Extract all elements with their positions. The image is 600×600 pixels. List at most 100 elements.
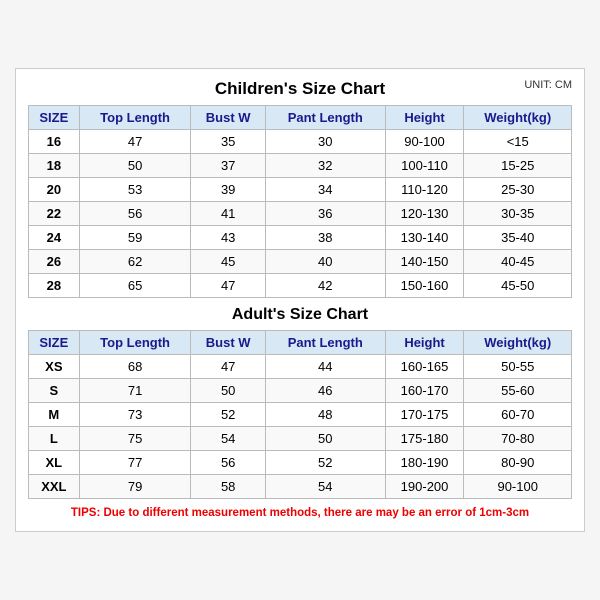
children-cell: 47 [191, 274, 265, 298]
adult-cell: 54 [265, 475, 385, 499]
children-cell: 35-40 [464, 226, 572, 250]
tips-text: Due to different measurement methods, th… [100, 507, 529, 519]
adult-table-row: XXL795854190-20090-100 [29, 475, 572, 499]
adult-cell: 52 [191, 403, 265, 427]
children-cell: 43 [191, 226, 265, 250]
children-cell: 25-30 [464, 178, 572, 202]
children-cell: 15-25 [464, 154, 572, 178]
adult-cell: 68 [79, 355, 191, 379]
children-header-row: SIZE Top Length Bust W Pant Length Heigh… [29, 106, 572, 130]
adult-table-body: XS684744160-16550-55S715046160-17055-60M… [29, 355, 572, 499]
adult-cell: 55-60 [464, 379, 572, 403]
adult-cell: 46 [265, 379, 385, 403]
adult-cell: 50 [265, 427, 385, 451]
adult-table-row: L755450175-18070-80 [29, 427, 572, 451]
adult-cell: 175-180 [385, 427, 464, 451]
children-cell: 62 [79, 250, 191, 274]
children-cell: 30 [265, 130, 385, 154]
adult-cell: 160-170 [385, 379, 464, 403]
adult-col-toplength: Top Length [79, 331, 191, 355]
tips-label: TIPS: [71, 507, 100, 519]
adult-table-row: S715046160-17055-60 [29, 379, 572, 403]
children-cell: <15 [464, 130, 572, 154]
children-col-pantlength: Pant Length [265, 106, 385, 130]
main-title: Children's Size Chart [215, 79, 385, 99]
children-cell: 41 [191, 202, 265, 226]
adult-cell: 79 [79, 475, 191, 499]
children-cell: 130-140 [385, 226, 464, 250]
children-table-row: 24594338130-14035-40 [29, 226, 572, 250]
children-cell: 53 [79, 178, 191, 202]
adult-table-row: XS684744160-16550-55 [29, 355, 572, 379]
unit-label: UNIT: CM [524, 79, 572, 91]
children-cell: 16 [29, 130, 80, 154]
adult-table-row: XL775652180-19080-90 [29, 451, 572, 475]
adult-cell: 60-70 [464, 403, 572, 427]
children-cell: 40-45 [464, 250, 572, 274]
children-cell: 32 [265, 154, 385, 178]
children-table-body: 1647353090-100<1518503732100-11015-25205… [29, 130, 572, 298]
adult-cell: 170-175 [385, 403, 464, 427]
children-col-size: SIZE [29, 106, 80, 130]
children-size-table: SIZE Top Length Bust W Pant Length Heigh… [28, 105, 572, 499]
adult-cell: S [29, 379, 80, 403]
children-cell: 38 [265, 226, 385, 250]
children-cell: 22 [29, 202, 80, 226]
children-cell: 42 [265, 274, 385, 298]
children-cell: 56 [79, 202, 191, 226]
children-col-height: Height [385, 106, 464, 130]
children-cell: 59 [79, 226, 191, 250]
adult-title-row: Adult's Size Chart [29, 298, 572, 331]
children-table-row: 20533934110-12025-30 [29, 178, 572, 202]
adult-col-height: Height [385, 331, 464, 355]
adult-cell: XS [29, 355, 80, 379]
children-cell: 18 [29, 154, 80, 178]
adult-cell: 71 [79, 379, 191, 403]
children-cell: 34 [265, 178, 385, 202]
children-cell: 140-150 [385, 250, 464, 274]
adult-cell: 47 [191, 355, 265, 379]
adult-col-pantlength: Pant Length [265, 331, 385, 355]
children-cell: 150-160 [385, 274, 464, 298]
adult-cell: M [29, 403, 80, 427]
adult-section-title: Adult's Size Chart [29, 298, 572, 331]
children-cell: 24 [29, 226, 80, 250]
tips-row: TIPS: Due to different measurement metho… [28, 507, 572, 519]
children-cell: 28 [29, 274, 80, 298]
adult-cell: 190-200 [385, 475, 464, 499]
adult-cell: XL [29, 451, 80, 475]
adult-cell: XXL [29, 475, 80, 499]
children-table-row: 26624540140-15040-45 [29, 250, 572, 274]
children-cell: 47 [79, 130, 191, 154]
children-cell: 110-120 [385, 178, 464, 202]
adult-cell: 50-55 [464, 355, 572, 379]
adult-cell: 180-190 [385, 451, 464, 475]
children-cell: 45 [191, 250, 265, 274]
adult-header-section: SIZE Top Length Bust W Pant Length Heigh… [29, 331, 572, 355]
adult-cell: 80-90 [464, 451, 572, 475]
adult-cell: 52 [265, 451, 385, 475]
children-cell: 20 [29, 178, 80, 202]
children-cell: 120-130 [385, 202, 464, 226]
children-cell: 39 [191, 178, 265, 202]
children-col-bustw: Bust W [191, 106, 265, 130]
adult-cell: 73 [79, 403, 191, 427]
children-table-row: 18503732100-11015-25 [29, 154, 572, 178]
children-table-row: 1647353090-100<15 [29, 130, 572, 154]
adult-col-size: SIZE [29, 331, 80, 355]
children-col-weight: Weight(kg) [464, 106, 572, 130]
children-table-row: 22564136120-13030-35 [29, 202, 572, 226]
adult-cell: 44 [265, 355, 385, 379]
adult-cell: 56 [191, 451, 265, 475]
adult-cell: 77 [79, 451, 191, 475]
children-cell: 35 [191, 130, 265, 154]
adult-header-row: SIZE Top Length Bust W Pant Length Heigh… [29, 331, 572, 355]
chart-container: Children's Size Chart UNIT: CM SIZE Top … [15, 68, 585, 532]
adult-cell: 90-100 [464, 475, 572, 499]
adult-col-weight: Weight(kg) [464, 331, 572, 355]
children-table-row: 28654742150-16045-50 [29, 274, 572, 298]
main-title-row: Children's Size Chart UNIT: CM [28, 79, 572, 99]
children-cell: 65 [79, 274, 191, 298]
adult-col-bustw: Bust W [191, 331, 265, 355]
adult-cell: 50 [191, 379, 265, 403]
